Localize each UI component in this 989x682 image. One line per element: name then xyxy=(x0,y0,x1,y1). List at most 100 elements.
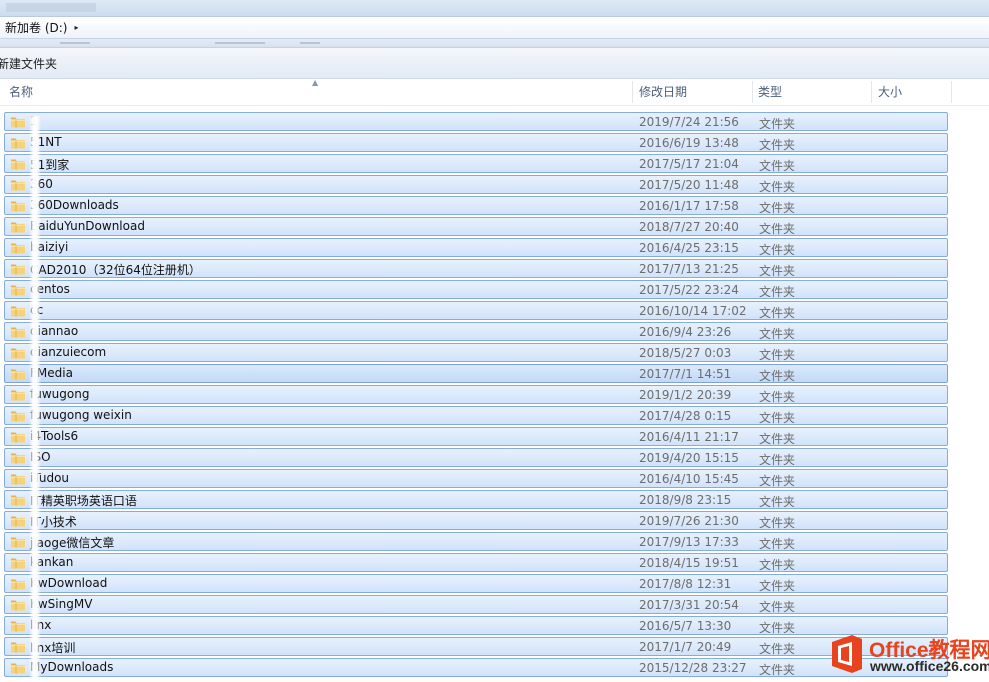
file-row[interactable]: 51到家 2017/5/17 21:04 文件夹 xyxy=(4,154,948,173)
file-row[interactable]: diannao 2016/9/4 23:26 文件夹 xyxy=(4,322,948,341)
file-modified-date: 2017/5/17 21:04 xyxy=(639,157,739,171)
file-modified-date: 2016/5/7 13:30 xyxy=(639,619,732,633)
file-type: 文件夹 xyxy=(759,579,796,593)
file-name[interactable]: KwDownload xyxy=(30,576,107,590)
column-divider[interactable] xyxy=(951,81,952,103)
folder-icon xyxy=(11,369,25,380)
file-modified-date: 2015/12/28 23:27 xyxy=(639,661,747,675)
column-name[interactable]: 名称 xyxy=(2,79,632,105)
file-row[interactable]: cc 2016/10/14 17:02 文件夹 xyxy=(4,301,948,320)
file-name[interactable]: 360Downloads xyxy=(30,198,119,212)
file-row[interactable]: linx培训 2017/1/7 20:49 文件夹 xyxy=(4,637,948,656)
file-row[interactable]: baiziyi 2016/4/25 23:15 文件夹 xyxy=(4,238,948,257)
folder-icon xyxy=(11,285,25,296)
file-type: 文件夹 xyxy=(759,285,796,299)
file-row[interactable]: fuwugong weixin 2017/4/28 0:15 文件夹 xyxy=(4,406,948,425)
file-row[interactable]: 1 2019/7/24 21:56 文件夹 xyxy=(4,112,948,131)
file-row[interactable]: fuwugong 2019/1/2 20:39 文件夹 xyxy=(4,385,948,404)
new-folder-button[interactable]: 新建文件夹 xyxy=(0,55,59,72)
file-row[interactable]: linx 2016/5/7 13:30 文件夹 xyxy=(4,616,948,635)
file-row[interactable]: BaiduYunDownload 2018/7/27 20:40 文件夹 xyxy=(4,217,948,236)
file-type: 文件夹 xyxy=(759,621,796,635)
file-row[interactable]: centos 2017/5/22 23:24 文件夹 xyxy=(4,280,948,299)
file-modified-date: 2017/9/13 17:33 xyxy=(639,535,739,549)
file-type: 文件夹 xyxy=(759,558,796,572)
file-type: 文件夹 xyxy=(759,537,796,551)
command-toolbar: 新建文件夹 xyxy=(0,48,989,79)
file-type: 文件夹 xyxy=(759,159,796,173)
file-modified-date: 2019/1/2 20:39 xyxy=(639,388,732,402)
folder-icon xyxy=(11,579,25,590)
file-type: 文件夹 xyxy=(759,201,796,215)
file-row[interactable]: IT小技术 2019/7/26 21:30 文件夹 xyxy=(4,511,948,530)
file-type: 文件夹 xyxy=(759,327,796,341)
file-type: 文件夹 xyxy=(759,180,796,194)
breadcrumb-drive[interactable]: 新加卷 (D:) xyxy=(5,19,67,36)
address-bar[interactable]: 新加卷 (D:) ▸ xyxy=(0,17,989,39)
file-name[interactable]: jiaoge微信文章 xyxy=(30,534,114,551)
file-modified-date: 2016/4/11 21:17 xyxy=(639,430,739,444)
file-row[interactable]: dianzuiecom 2018/5/27 0:03 文件夹 xyxy=(4,343,948,362)
column-type[interactable]: 类型 xyxy=(751,79,871,105)
file-row[interactable]: 51NT 2016/6/19 13:48 文件夹 xyxy=(4,133,948,152)
file-type: 文件夹 xyxy=(759,663,796,677)
file-row[interactable]: ISO 2019/4/20 15:15 文件夹 xyxy=(4,448,948,467)
file-modified-date: 2018/7/27 20:40 xyxy=(639,220,739,234)
file-row[interactable]: jiaoge微信文章 2017/9/13 17:33 文件夹 xyxy=(4,532,948,551)
file-row[interactable]: KwDownload 2017/8/8 12:31 文件夹 xyxy=(4,574,948,593)
file-type: 文件夹 xyxy=(759,495,796,509)
file-name[interactable]: IT精英职场英语口语 xyxy=(30,492,137,509)
file-row[interactable]: FMedia 2017/7/1 14:51 文件夹 xyxy=(4,364,948,383)
folder-icon xyxy=(11,495,25,506)
file-type: 文件夹 xyxy=(759,642,796,656)
file-type: 文件夹 xyxy=(759,306,796,320)
file-type: 文件夹 xyxy=(759,264,796,278)
file-name[interactable]: MyDownloads xyxy=(30,660,113,674)
file-modified-date: 2018/4/15 19:51 xyxy=(639,556,739,570)
breadcrumb-chevron-icon[interactable]: ▸ xyxy=(74,23,78,32)
file-type: 文件夹 xyxy=(759,411,796,425)
file-modified-date: 2017/5/22 23:24 xyxy=(639,283,739,297)
column-modified[interactable]: 修改日期 xyxy=(632,79,752,105)
folder-icon xyxy=(11,516,25,527)
file-row[interactable]: CAD2010（32位64位注册机） 2017/7/13 21:25 文件夹 xyxy=(4,259,948,278)
file-modified-date: 2016/6/19 13:48 xyxy=(639,136,739,150)
file-name[interactable]: BaiduYunDownload xyxy=(30,219,145,233)
file-modified-date: 2018/9/8 23:15 xyxy=(639,493,732,507)
file-row[interactable]: kankan 2018/4/15 19:51 文件夹 xyxy=(4,553,948,572)
folder-icon xyxy=(11,138,25,149)
file-row[interactable]: 360Downloads 2016/1/17 17:58 文件夹 xyxy=(4,196,948,215)
file-modified-date: 2017/3/31 20:54 xyxy=(639,598,739,612)
file-modified-date: 2016/10/14 17:02 xyxy=(639,304,747,318)
window-titlebar xyxy=(0,0,989,17)
file-type: 文件夹 xyxy=(759,474,796,488)
file-modified-date: 2017/5/20 11:48 xyxy=(639,178,739,192)
file-row[interactable]: 360 2017/5/20 11:48 文件夹 xyxy=(4,175,948,194)
folder-icon xyxy=(11,264,25,275)
folder-icon xyxy=(11,621,25,632)
file-row[interactable]: KwSingMV 2017/3/31 20:54 文件夹 xyxy=(4,595,948,614)
file-modified-date: 2018/5/27 0:03 xyxy=(639,346,732,360)
file-type: 文件夹 xyxy=(759,138,796,152)
file-modified-date: 2016/4/25 23:15 xyxy=(639,241,739,255)
file-type: 文件夹 xyxy=(759,348,796,362)
file-row[interactable]: IT精英职场英语口语 2018/9/8 23:15 文件夹 xyxy=(4,490,948,509)
file-name[interactable]: fuwugong weixin xyxy=(30,408,132,422)
folder-icon xyxy=(11,117,25,128)
file-modified-date: 2016/1/17 17:58 xyxy=(639,199,739,213)
column-size[interactable]: 大小 xyxy=(871,79,951,105)
file-type: 文件夹 xyxy=(759,453,796,467)
folder-icon xyxy=(11,201,25,212)
file-modified-date: 2019/7/26 21:30 xyxy=(639,514,739,528)
file-row[interactable]: iTudou 2016/4/10 15:45 文件夹 xyxy=(4,469,948,488)
folder-icon xyxy=(11,474,25,485)
file-name[interactable]: CAD2010（32位64位注册机） xyxy=(30,261,201,278)
folder-icon xyxy=(11,453,25,464)
file-name[interactable]: dianzuiecom xyxy=(30,345,106,359)
file-row[interactable]: MyDownloads 2015/12/28 23:27 文件夹 xyxy=(4,658,948,677)
file-row[interactable]: i4Tools6 2016/4/11 21:17 文件夹 xyxy=(4,427,948,446)
file-type: 文件夹 xyxy=(759,432,796,446)
folder-icon xyxy=(11,348,25,359)
folder-icon xyxy=(11,243,25,254)
file-modified-date: 2017/1/7 20:49 xyxy=(639,640,732,654)
